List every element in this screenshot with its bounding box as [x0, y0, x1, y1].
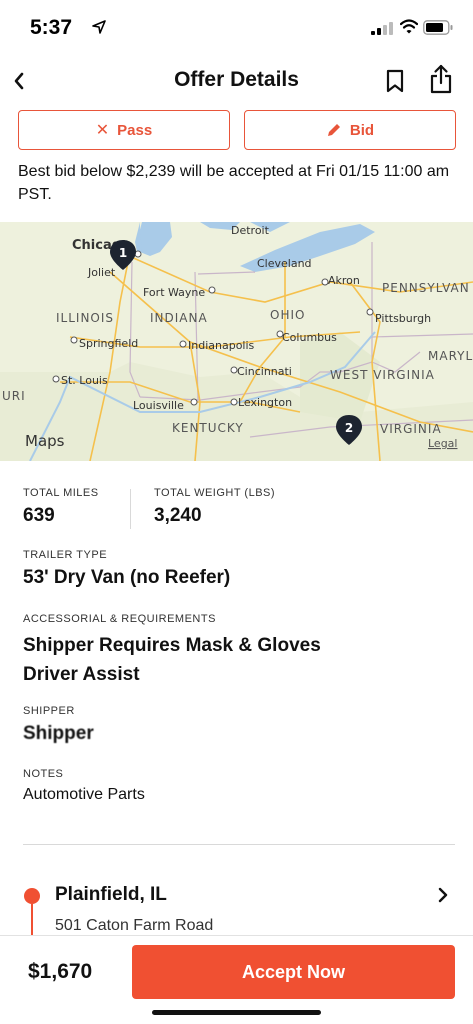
svg-text:2: 2: [345, 421, 353, 435]
stop-connector: [31, 904, 33, 935]
map-canvas: Chicago Joliet Fort Wayne Detroit Clevel…: [0, 222, 473, 461]
status-time: 5:37: [30, 16, 73, 39]
battery-icon: [423, 20, 453, 35]
offer-actions: ✕ Pass Bid: [18, 110, 456, 150]
notes: NOTES Automotive Parts: [23, 768, 145, 804]
map-state-label: KENTUCKY: [172, 421, 244, 435]
map-city-label: Cleveland: [257, 257, 312, 270]
trailer-type: TRAILER TYPE 53' Dry Van (no Reefer): [23, 549, 230, 589]
notes-label: NOTES: [23, 768, 64, 780]
bid-label: Bid: [349, 121, 375, 139]
map-state-label: ILLINOIS: [56, 311, 114, 325]
total-miles: TOTAL MILES 639: [23, 487, 99, 527]
map-city-label: Lexington: [238, 396, 292, 409]
bid-button[interactable]: Bid: [244, 110, 456, 150]
accept-now-button[interactable]: Accept Now: [132, 945, 455, 999]
accessorial: ACCESSORIAL & REQUIREMENTS Shipper Requi…: [23, 613, 321, 689]
accessorial-item: Shipper Requires Mask & Gloves: [23, 635, 321, 656]
map-city-label: St. Louis: [61, 374, 108, 387]
accessorial-label: ACCESSORIAL & REQUIREMENTS: [23, 613, 216, 625]
status-bar: 5:37: [0, 0, 473, 58]
location-arrow-icon: [92, 20, 106, 34]
map-city-label: Indianapolis: [188, 339, 255, 352]
cellular-signal-icon: [371, 22, 393, 35]
map-city-label: Detroit: [231, 224, 270, 237]
map-city-label: Fort Wayne: [143, 286, 205, 299]
accessorial-item: Driver Assist: [23, 664, 140, 685]
stop-pickup[interactable]: Plainfield, IL 501 Caton Farm Road: [0, 875, 473, 935]
pass-label: Pass: [117, 121, 153, 139]
map-state-label: INDIANA: [150, 311, 208, 325]
home-indicator[interactable]: [152, 1010, 321, 1015]
map-state-label: URI: [2, 389, 26, 403]
shipper: SHIPPER Shipper: [23, 705, 94, 745]
pass-button[interactable]: ✕ Pass: [18, 110, 230, 150]
map-state-label: VIRGINIA: [380, 422, 442, 436]
map-state-label: MARYL: [428, 349, 473, 363]
section-divider: [23, 844, 455, 845]
apple-maps-logo: Maps: [25, 432, 65, 450]
notes-value: Automotive Parts: [23, 786, 145, 803]
map-city-label: Springfield: [79, 337, 138, 350]
nav-bar: Offer Details: [0, 58, 473, 104]
shipper-label: SHIPPER: [23, 705, 75, 717]
stop-address: 501 Caton Farm Road: [55, 917, 214, 934]
bottom-action-bar: $1,670 Accept Now: [0, 935, 473, 1024]
bid-acceptance-note: Best bid below $2,239 will be accepted a…: [18, 163, 450, 203]
map-city-label: Louisville: [133, 399, 184, 412]
svg-text:1: 1: [119, 246, 127, 260]
map-state-label: PENNSYLVAN: [382, 281, 470, 295]
route-map[interactable]: Chicago Joliet Fort Wayne Detroit Clevel…: [0, 222, 473, 461]
stop-dot-icon: [24, 888, 40, 904]
map-city-label: Akron: [328, 274, 360, 287]
map-city-label: Pittsburgh: [375, 312, 431, 325]
shipper-value: Shipper: [23, 723, 94, 744]
svg-text:Maps: Maps: [25, 432, 65, 450]
bookmark-icon[interactable]: [384, 68, 406, 94]
wifi-icon: [400, 19, 418, 34]
stat-divider: [130, 489, 131, 529]
share-icon[interactable]: [428, 64, 454, 94]
total-miles-value: 639: [23, 505, 55, 526]
map-city-label: Columbus: [282, 331, 337, 344]
map-legal-link[interactable]: Legal: [428, 437, 457, 450]
stop-city: Plainfield, IL: [55, 884, 167, 905]
offer-price: $1,670: [28, 960, 93, 983]
close-icon: ✕: [95, 122, 110, 139]
total-weight: TOTAL WEIGHT (LBS) 3,240: [154, 487, 275, 527]
chevron-right-icon: [438, 887, 448, 903]
total-weight-label: TOTAL WEIGHT (LBS): [154, 487, 276, 499]
total-weight-value: 3,240: [154, 505, 202, 526]
map-city-label: Joliet: [87, 266, 116, 279]
pencil-icon: [327, 124, 340, 136]
map-state-label: WEST VIRGINIA: [330, 368, 435, 382]
map-state-label: OHIO: [270, 308, 305, 322]
trailer-type-value: 53' Dry Van (no Reefer): [23, 567, 231, 588]
total-miles-label: TOTAL MILES: [23, 487, 99, 499]
trailer-type-label: TRAILER TYPE: [23, 549, 108, 561]
map-city-label: Cincinnati: [237, 365, 292, 378]
